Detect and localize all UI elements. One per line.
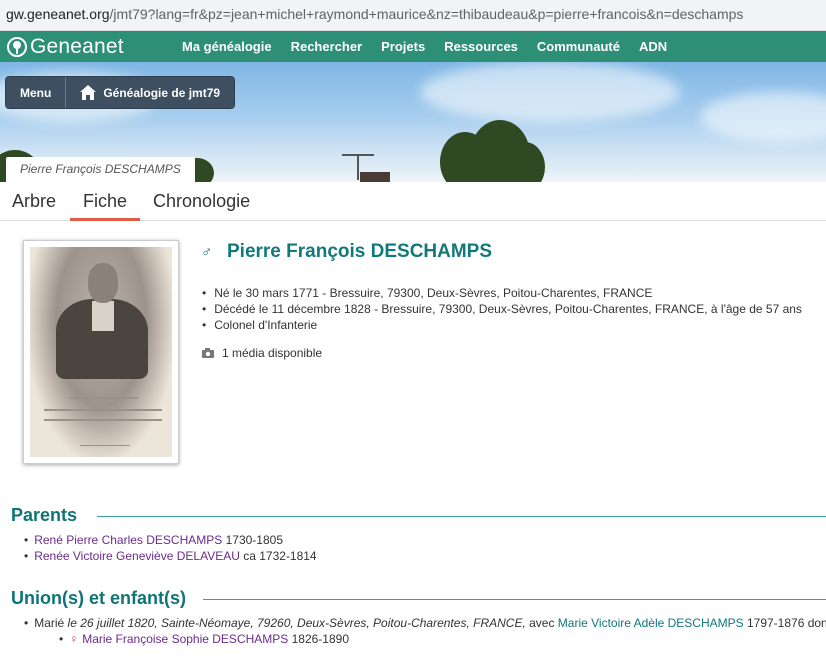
top-navigation: Geneanet Ma généalogie Rechercher Projet… (0, 31, 826, 62)
birth-fact: Né le 30 mars 1771 - Bressuire, 79300, D… (202, 285, 802, 301)
brand-name: Geneanet (30, 34, 124, 58)
genealogy-home-button[interactable]: Généalogie de jmt79 (66, 77, 235, 108)
children-list: ♀Marie Françoise Sophie DESCHAMPS 1826-1… (59, 631, 349, 647)
tab-arbre[interactable]: Arbre (0, 182, 70, 221)
marriage-with: avec (525, 616, 558, 630)
menu-button[interactable]: Menu (6, 77, 67, 108)
nav-adn[interactable]: ADN (639, 39, 667, 54)
tree-logo-icon (7, 36, 27, 57)
unions-divider (203, 599, 826, 600)
nav-communaute[interactable]: Communauté (537, 39, 620, 54)
spouse-link[interactable]: Marie Victoire Adèle DESCHAMPS (558, 616, 744, 630)
nav-links: Ma généalogie Rechercher Projets Ressour… (182, 39, 686, 54)
parents-divider (97, 516, 826, 517)
mother-link[interactable]: Renée Victoire Geneviève DELAVEAU (34, 549, 240, 563)
female-icon: ♀ (69, 632, 79, 646)
marriage-prefix: Marié (34, 616, 68, 630)
banner-buttons: Menu Généalogie de jmt79 (5, 76, 236, 109)
brand-logo[interactable]: Geneanet (7, 35, 167, 59)
parents-heading: Parents (11, 505, 78, 525)
media-available[interactable]: 1 média disponible (202, 346, 322, 360)
spouse-dates: 1797-1876 dont (743, 616, 826, 630)
tab-chronologie[interactable]: Chronologie (140, 182, 263, 221)
nav-ressources[interactable]: Ressources (444, 39, 518, 54)
unions-list: Marié le 26 juillet 1820, Sainte-Néomaye… (24, 615, 826, 631)
occupation-fact: Colonel d'Infanterie (202, 317, 802, 333)
camera-icon (202, 348, 214, 358)
portrait-engraving (30, 247, 172, 457)
marriage-item: Marié le 26 juillet 1820, Sainte-Néomaye… (24, 615, 826, 631)
portrait-image[interactable] (23, 240, 179, 464)
list-item: Renée Victoire Geneviève DELAVEAU ca 173… (24, 548, 317, 564)
url-host: gw.geneanet.org (6, 6, 110, 22)
mother-dates: ca 1732-1814 (239, 549, 317, 563)
tab-fiche[interactable]: Fiche (70, 182, 141, 221)
unions-heading: Union(s) et enfant(s) (11, 588, 186, 608)
address-bar[interactable]: gw.geneanet.org/jmt79?lang=fr&pz=jean+mi… (0, 0, 826, 31)
person-name-tab: Pierre François DESCHAMPS (6, 157, 195, 182)
father-link[interactable]: René Pierre Charles DESCHAMPS (34, 533, 222, 547)
person-name: Pierre François DESCHAMPS (227, 241, 493, 262)
marriage-date-place: le 26 juillet 1820, Sainte-Néomaye, 7926… (67, 616, 526, 630)
list-item: René Pierre Charles DESCHAMPS 1730-1805 (24, 532, 317, 548)
child-dates: 1826-1890 (288, 632, 350, 646)
father-dates: 1730-1805 (222, 533, 283, 547)
nav-ma-genealogie[interactable]: Ma généalogie (182, 39, 272, 54)
person-facts: Né le 30 mars 1771 - Bressuire, 79300, D… (202, 285, 802, 333)
male-icon: ♂ (201, 244, 213, 261)
view-tabs: Arbre Fiche Chronologie (0, 182, 826, 221)
genealogy-label: Généalogie de jmt79 (103, 85, 221, 100)
child-item: ♀Marie Françoise Sophie DESCHAMPS 1826-1… (59, 631, 349, 647)
url-path: /jmt79?lang=fr&pz=jean+michel+raymond+ma… (109, 6, 744, 22)
home-icon (80, 85, 97, 100)
child-link[interactable]: Marie Françoise Sophie DESCHAMPS (82, 632, 288, 646)
nav-projets[interactable]: Projets (381, 39, 425, 54)
parents-list: René Pierre Charles DESCHAMPS 1730-1805 … (24, 532, 317, 564)
death-fact: Décédé le 11 décembre 1828 - Bressuire, … (202, 301, 802, 317)
media-label: 1 média disponible (222, 346, 323, 360)
nav-rechercher[interactable]: Rechercher (291, 39, 363, 54)
